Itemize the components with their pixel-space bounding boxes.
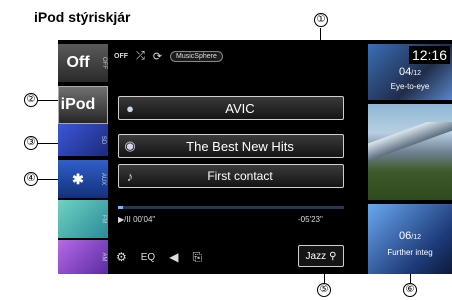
callout-5: ⑤	[317, 283, 331, 297]
source-am-tag: AM	[100, 252, 107, 262]
mountain-artwork	[368, 122, 452, 162]
callout-3: ③	[24, 136, 38, 150]
ipod-control-screen: Off OFF iPod SD ✱ AUX FM AM OFF ⤮ ⟳ Musi…	[58, 40, 452, 274]
top-controls: OFF ⤮ ⟳ MusicSphere	[114, 48, 223, 64]
source-fm-button[interactable]: FM	[58, 200, 108, 238]
next-track-number: 06/12	[368, 230, 452, 242]
next-track-title: Further integ	[387, 248, 433, 257]
artwork-panel: 04/12 Eye-to-eye 12:16 06/12 Further int…	[364, 40, 452, 274]
callout-5-leader	[324, 274, 325, 283]
prev-track-number: 04/12	[368, 66, 452, 78]
artwork-prev[interactable]: 04/12 Eye-to-eye 12:16	[368, 44, 452, 100]
song-bar[interactable]: ♪ First contact	[118, 164, 344, 188]
prev-track-num: 04	[399, 66, 412, 78]
music-note-icon: ♪	[126, 168, 134, 184]
bottom-controls: ⚙ EQ ◀ ⎘	[116, 250, 202, 265]
source-off-tag: OFF	[100, 57, 107, 69]
next-track-num: 06	[399, 230, 412, 242]
person-icon: ●	[126, 100, 134, 116]
album-bar[interactable]: ◉ The Best New Hits	[118, 134, 344, 158]
bluetooth-icon: ✱	[72, 170, 84, 187]
prev-track-title: Eye-to-eye	[390, 82, 430, 91]
back-icon[interactable]: ◀	[169, 250, 178, 264]
artist-name: AVIC	[225, 100, 255, 116]
shuffle-icon[interactable]: ⤮	[136, 50, 145, 63]
page-title: iPod stýriskjár	[34, 9, 131, 25]
source-ipod-button[interactable]: iPod	[58, 86, 108, 124]
screen-mode-icon[interactable]: ⎘	[192, 250, 202, 265]
source-aux-tag: AUX	[100, 172, 107, 186]
artwork-current[interactable]	[368, 104, 452, 200]
source-aux-button[interactable]: ✱ AUX	[58, 160, 108, 198]
source-fm-tag: FM	[100, 214, 107, 224]
callout-2-leader	[38, 100, 58, 101]
source-sd-tag: SD	[100, 135, 107, 145]
album-name: The Best New Hits	[186, 138, 294, 154]
eq-button[interactable]: EQ	[141, 252, 155, 263]
progress-fill	[118, 206, 123, 209]
guitar-icon: ⚲	[329, 250, 337, 262]
progress-bar[interactable]	[118, 206, 344, 209]
source-off-button[interactable]: Off OFF	[58, 44, 108, 82]
callout-1: ①	[314, 13, 328, 27]
disc-icon: ◉	[124, 138, 136, 153]
prev-track-den: /12	[411, 70, 421, 77]
artwork-next[interactable]: 06/12 Further integ	[368, 204, 452, 274]
source-am-button[interactable]: AM	[58, 240, 108, 274]
source-sd-button[interactable]: SD	[58, 124, 108, 156]
callout-6-leader	[410, 274, 411, 283]
remaining-time: -05'23"	[298, 215, 323, 224]
play-pause-icon[interactable]: ▶/II	[118, 215, 131, 224]
callout-4: ④	[24, 172, 38, 186]
settings-gear-icon[interactable]: ⚙	[116, 250, 127, 264]
source-ipod-label: iPod	[60, 96, 96, 113]
artist-bar[interactable]: ● AVIC	[118, 96, 344, 120]
callout-2: ②	[24, 93, 38, 107]
music-sphere-button[interactable]: MusicSphere	[170, 50, 223, 62]
jazz-label: Jazz	[305, 250, 327, 262]
link-search-button[interactable]: Jazz ⚲	[298, 245, 344, 267]
callout-6: ⑥	[403, 283, 417, 297]
elapsed-value: 00'04"	[133, 215, 156, 224]
source-off-label: Off	[66, 54, 90, 71]
random-off-label[interactable]: OFF	[114, 53, 128, 60]
elapsed-time: ▶/II 00'04"	[118, 215, 155, 224]
clock: 12:16	[408, 46, 450, 64]
song-title: First contact	[207, 169, 273, 183]
next-track-den: /12	[411, 234, 421, 241]
repeat-icon[interactable]: ⟳	[153, 50, 162, 63]
